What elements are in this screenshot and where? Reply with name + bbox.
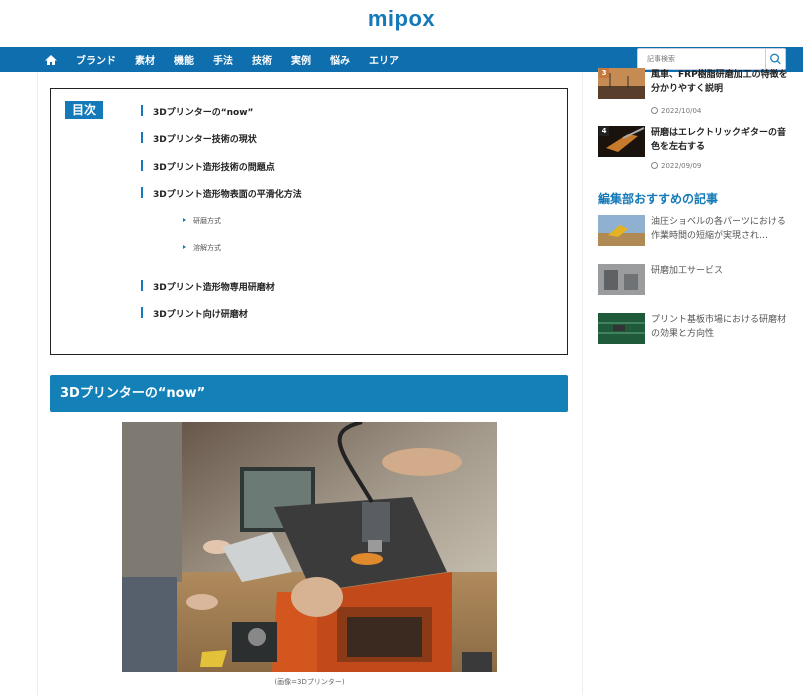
section-heading: 3Dプリンターの“now” bbox=[50, 375, 568, 412]
article-image-3d-printer bbox=[122, 422, 497, 672]
thumbnail-image bbox=[598, 313, 645, 344]
nav-item-method[interactable]: 手法 bbox=[213, 52, 233, 67]
recommended-item[interactable]: プリント基板市場における研磨材の効果と方向性 bbox=[598, 313, 798, 347]
toc-item[interactable]: 3Dプリント造形物専用研磨材 bbox=[141, 280, 275, 293]
clock-icon bbox=[651, 107, 658, 114]
thumbnail-image bbox=[598, 215, 645, 246]
article-title[interactable]: 研磨加工サービス bbox=[651, 264, 791, 278]
home-icon[interactable] bbox=[44, 53, 58, 67]
toc-subitem[interactable]: 研磨方式 bbox=[183, 216, 221, 226]
article-title[interactable]: 風車、FRP樹脂研磨加工の特徴を分かりやすく説明 bbox=[651, 68, 791, 96]
nav-item-brand[interactable]: ブランド bbox=[76, 52, 116, 67]
toc-subitem[interactable]: 溶解方式 bbox=[183, 243, 221, 253]
recommended-item[interactable]: 油圧ショベルの各パーツにおける作業時間の短縮が実現され… bbox=[598, 215, 798, 249]
nav-item-technology[interactable]: 技術 bbox=[252, 52, 272, 67]
nav-item-material[interactable]: 素材 bbox=[135, 52, 155, 67]
nav-item-function[interactable]: 機能 bbox=[174, 52, 194, 67]
recommended-heading: 編集部おすすめの記事 bbox=[598, 192, 719, 206]
nav-item-trouble[interactable]: 悩み bbox=[330, 52, 350, 67]
toc-item[interactable]: 3Dプリント造形技術の問題点 bbox=[141, 160, 275, 173]
toc-item[interactable]: 3Dプリンターの“now” bbox=[141, 105, 253, 118]
date-text: 2022/10/04 bbox=[661, 107, 702, 115]
article-date: 2022/10/04 bbox=[651, 107, 701, 115]
nav-item-area[interactable]: エリア bbox=[369, 52, 399, 67]
search-input[interactable] bbox=[638, 49, 766, 69]
clock-icon bbox=[651, 162, 658, 169]
search-box bbox=[637, 48, 786, 70]
site-header: mipox bbox=[0, 0, 803, 47]
toc-item[interactable]: 3Dプリンター技術の現状 bbox=[141, 132, 257, 145]
search-icon[interactable] bbox=[765, 49, 785, 69]
toc-item[interactable]: 3Dプリント向け研磨材 bbox=[141, 307, 248, 320]
nav-item-case[interactable]: 実例 bbox=[291, 52, 311, 67]
recommended-item[interactable]: 研磨加工サービス bbox=[598, 264, 798, 296]
rank-badge: 3 bbox=[599, 68, 609, 78]
article-title[interactable]: 油圧ショベルの各パーツにおける作業時間の短縮が実現され… bbox=[651, 215, 791, 243]
article-date: 2022/09/09 bbox=[651, 162, 701, 170]
toc-item[interactable]: 3Dプリント造形物表面の平滑化方法 bbox=[141, 187, 302, 200]
rank-badge: 4 bbox=[599, 126, 609, 136]
article-title[interactable]: 研磨はエレクトリックギターの音色を左右する bbox=[651, 126, 791, 154]
table-of-contents: 目次 3Dプリンターの“now” 3Dプリンター技術の現状 3Dプリント造形技術… bbox=[50, 88, 568, 355]
thumbnail-image bbox=[598, 264, 645, 295]
site-logo[interactable]: mipox bbox=[0, 6, 803, 32]
date-text: 2022/09/09 bbox=[661, 162, 702, 170]
ranking-item[interactable]: 3 風車、FRP樹脂研磨加工の特徴を分かりやすく説明 bbox=[598, 68, 798, 102]
article-title[interactable]: プリント基板市場における研磨材の効果と方向性 bbox=[651, 313, 791, 341]
toc-label: 目次 bbox=[65, 101, 103, 119]
ranking-item[interactable]: 4 研磨はエレクトリックギターの音色を左右する bbox=[598, 126, 798, 158]
nav-items: ブランド 素材 機能 手法 技術 実例 悩み エリア bbox=[76, 47, 418, 72]
image-caption: (画像=3Dプリンター) bbox=[274, 678, 345, 686]
